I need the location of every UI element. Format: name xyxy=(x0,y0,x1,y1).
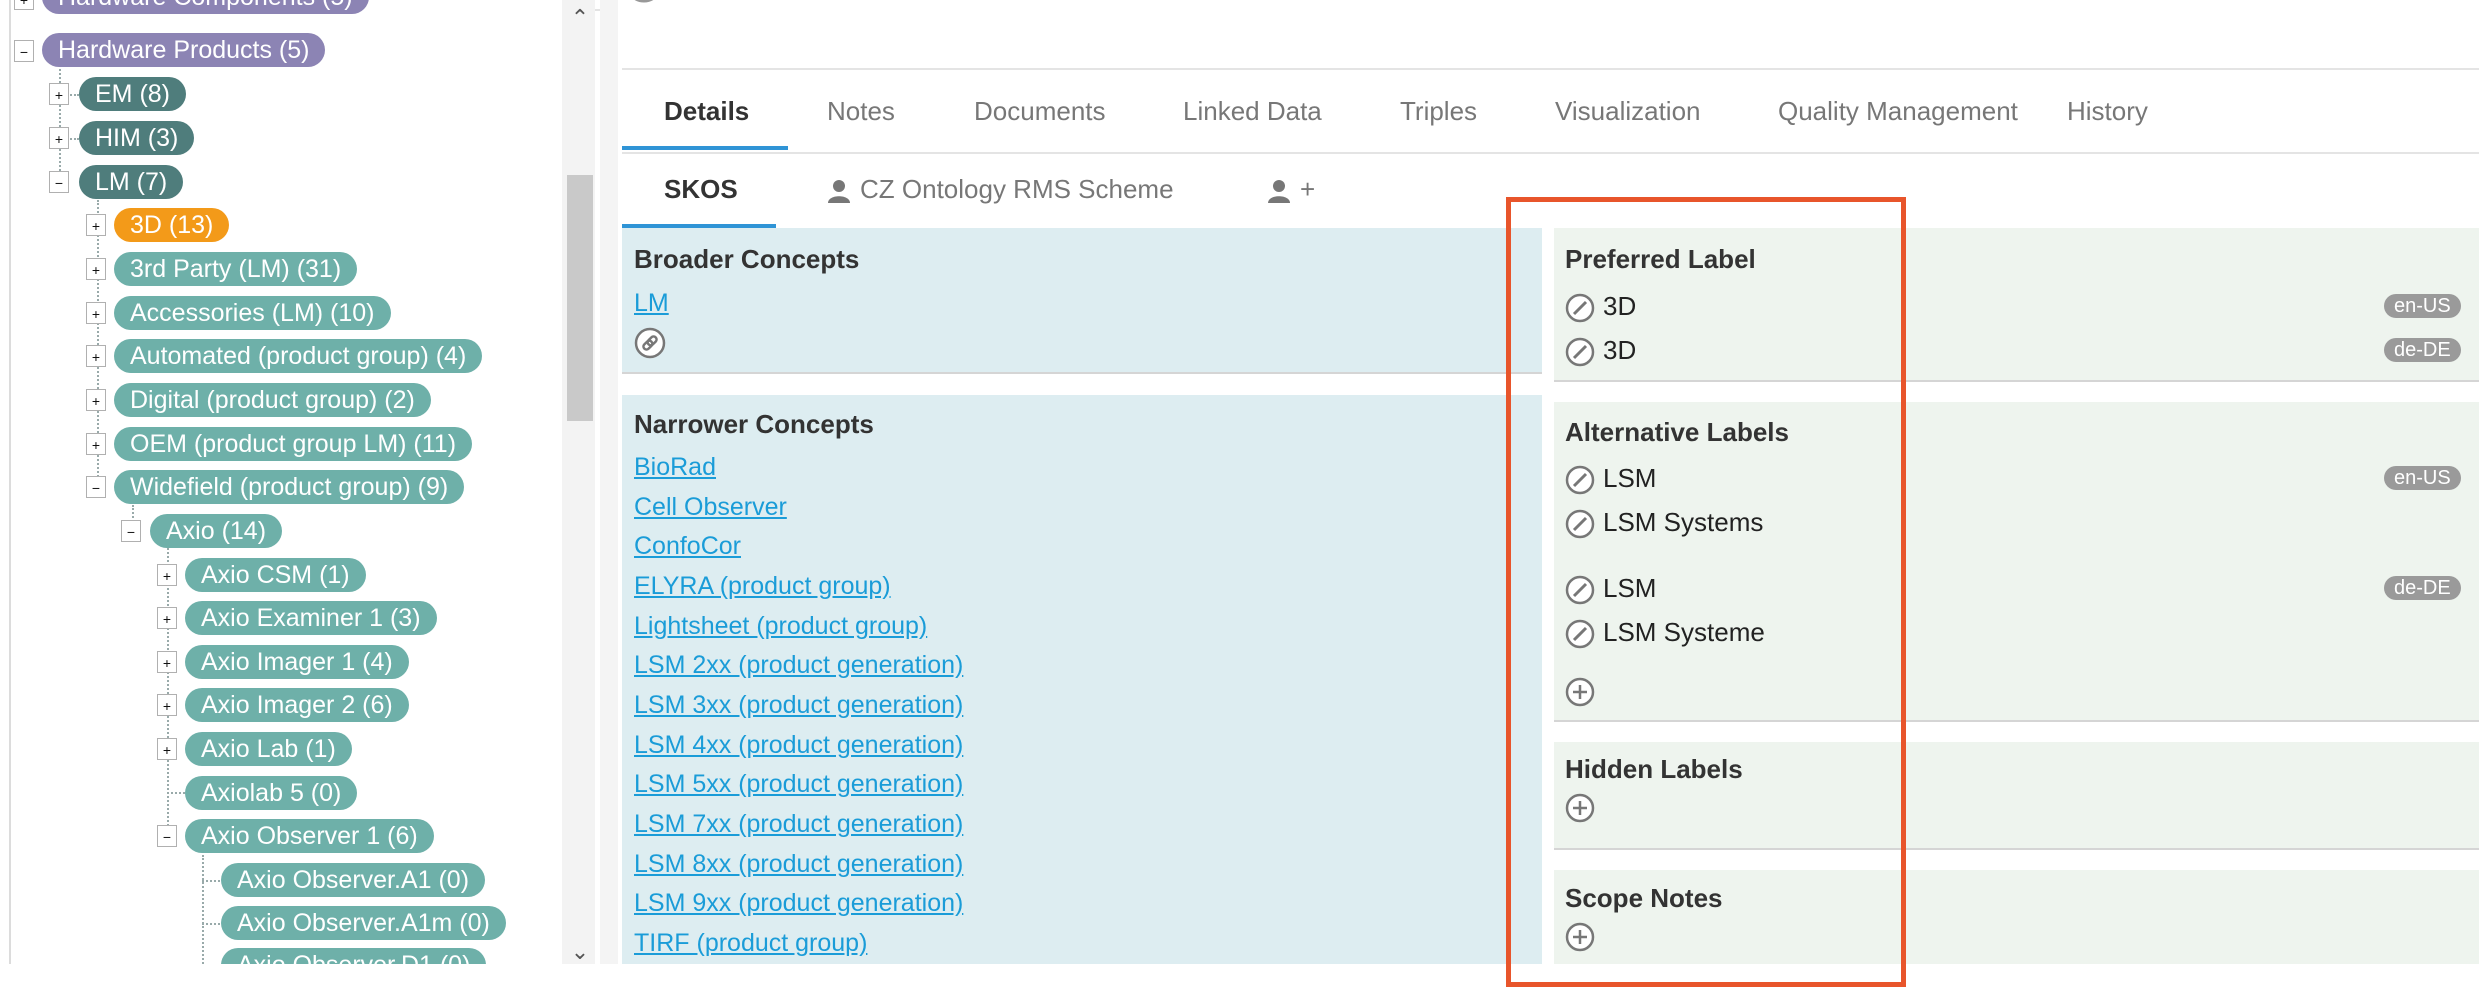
tree-node-axio[interactable]: Axio (14) xyxy=(150,514,283,548)
tree-connector xyxy=(202,855,204,964)
tree-node-accessories[interactable]: Accessories (LM) (10) xyxy=(114,296,391,330)
broader-link-lm[interactable]: LM xyxy=(634,289,669,318)
narrower-link[interactable]: Lightsheet (product group) xyxy=(634,612,927,641)
language-badge: de-DE xyxy=(2384,338,2461,362)
tab-details[interactable]: Details xyxy=(664,70,749,152)
link-icon[interactable] xyxy=(634,327,666,359)
narrower-link[interactable]: LSM 2xx (product generation) xyxy=(634,651,963,680)
narrower-link[interactable]: ConfoCor xyxy=(634,532,741,561)
tree-node-digital[interactable]: Digital (product group) (2) xyxy=(114,383,431,417)
tree-scrollbar-thumb[interactable] xyxy=(567,175,593,421)
narrower-link[interactable]: ELYRA (product group) xyxy=(634,572,891,601)
tree-toggle[interactable]: − xyxy=(14,40,34,62)
narrower-link[interactable]: LSM 5xx (product generation) xyxy=(634,770,963,799)
narrower-concepts-title: Narrower Concepts xyxy=(634,409,874,439)
tree-toggle[interactable]: + xyxy=(86,433,106,455)
tab-linked-data[interactable]: Linked Data xyxy=(1183,70,1322,152)
subtab-scheme[interactable]: CZ Ontology RMS Scheme xyxy=(826,150,1174,228)
tab-triples[interactable]: Triples xyxy=(1400,70,1477,152)
tree-toggle[interactable]: + xyxy=(49,83,69,105)
language-badge: de-DE xyxy=(2384,576,2461,600)
annotation-highlight-box xyxy=(1506,197,1906,987)
tree-toggle[interactable]: + xyxy=(157,738,177,760)
user-icon xyxy=(1268,180,1290,204)
scroll-down-icon[interactable]: ⌄ xyxy=(567,940,593,964)
tree-node-axio-csm[interactable]: Axio CSM (1) xyxy=(185,558,366,592)
tree-node-oem[interactable]: OEM (product group LM) (11) xyxy=(114,427,473,461)
concept-tree-pane: + Hardware Components (5) − Hardware Pro… xyxy=(0,0,595,964)
tree-node-axio-observer-1[interactable]: Axio Observer 1 (6) xyxy=(185,819,434,853)
subtab-skos[interactable]: SKOS xyxy=(664,150,738,228)
tab-history[interactable]: History xyxy=(2067,70,2148,152)
tree-connector xyxy=(167,545,169,830)
tree-left-border xyxy=(9,0,11,964)
narrower-link[interactable]: TIRF (product group) xyxy=(634,929,867,958)
tree-node-axio-imager-2[interactable]: Axio Imager 2 (6) xyxy=(185,688,409,722)
tab-quality-management[interactable]: Quality Management xyxy=(1778,70,2018,152)
pane-separator xyxy=(600,0,618,964)
tree-toggle[interactable]: + xyxy=(86,302,106,324)
tree-toggle[interactable]: − xyxy=(157,825,177,847)
main-tab-bar: Details Notes Documents Linked Data Trip… xyxy=(622,68,2479,154)
subtab-add-scheme[interactable]: + xyxy=(1266,150,1315,228)
tree-toggle[interactable]: + xyxy=(157,607,177,629)
tree-toggle[interactable]: + xyxy=(157,564,177,586)
tree-node-axiolab-5[interactable]: Axiolab 5 (0) xyxy=(185,776,358,810)
tree-node-axio-lab[interactable]: Axio Lab (1) xyxy=(185,732,352,766)
tree-scrollbar[interactable] xyxy=(562,0,595,964)
tree-node-axio-imager-1[interactable]: Axio Imager 1 (4) xyxy=(185,645,409,679)
panel-divider xyxy=(622,372,1542,374)
tree-toggle[interactable]: + xyxy=(157,694,177,716)
tree-toggle[interactable]: − xyxy=(121,520,141,542)
tree-toggle[interactable]: + xyxy=(86,214,106,236)
tree-node-automated[interactable]: Automated (product group) (4) xyxy=(114,339,483,373)
narrower-link[interactable]: LSM 7xx (product generation) xyxy=(634,810,963,839)
language-badge: en-US xyxy=(2384,294,2461,318)
tree-toggle[interactable]: − xyxy=(86,476,106,498)
scroll-up-icon[interactable]: ⌃ xyxy=(567,6,593,30)
narrower-link[interactable]: LSM 9xx (product generation) xyxy=(634,889,963,918)
broader-concepts-title: Broader Concepts xyxy=(634,244,860,274)
tree-node-hardware-components[interactable]: Hardware Components (5) xyxy=(42,0,369,14)
narrower-link[interactable]: BioRad xyxy=(634,453,716,482)
tab-visualization[interactable]: Visualization xyxy=(1555,70,1701,152)
tree-toggle[interactable]: + xyxy=(86,345,106,367)
tree-toggle[interactable]: − xyxy=(49,171,69,193)
tree-node-lm[interactable]: LM (7) xyxy=(79,165,184,199)
tree-node-hardware-products[interactable]: Hardware Products (5) xyxy=(42,33,326,67)
tab-notes[interactable]: Notes xyxy=(827,70,895,152)
tree-node-widefield[interactable]: Widefield (product group) (9) xyxy=(114,470,465,504)
narrower-link[interactable]: LSM 3xx (product generation) xyxy=(634,691,963,720)
tree-toggle[interactable]: + xyxy=(86,258,106,280)
add-scheme-label: + xyxy=(1300,174,1316,204)
tree-toggle[interactable]: + xyxy=(86,389,106,411)
tree-node-3d-selected[interactable]: 3D (13) xyxy=(114,208,230,242)
tree-toggle[interactable]: + xyxy=(14,0,34,10)
user-icon xyxy=(828,180,850,204)
tree-node-axio-examiner[interactable]: Axio Examiner 1 (3) xyxy=(185,601,437,635)
tree-node-em[interactable]: EM (8) xyxy=(79,77,186,111)
tree-node-him[interactable]: HIM (3) xyxy=(79,121,195,155)
narrower-link[interactable]: LSM 8xx (product generation) xyxy=(634,850,963,879)
language-badge: en-US xyxy=(2384,466,2461,490)
narrower-link[interactable]: LSM 4xx (product generation) xyxy=(634,731,963,760)
tree-node-axio-observer-d1[interactable]: Axio Observer.D1 (0) xyxy=(221,948,487,964)
tree-toggle[interactable]: + xyxy=(49,127,69,149)
tab-documents[interactable]: Documents xyxy=(974,70,1106,152)
tree-node-axio-observer-a1[interactable]: Axio Observer.A1 (0) xyxy=(221,863,486,897)
collapse-icon[interactable] xyxy=(622,0,666,20)
tree-node-axio-observer-a1m[interactable]: Axio Observer.A1m (0) xyxy=(221,906,506,940)
narrower-link[interactable]: Cell Observer xyxy=(634,493,787,522)
tree-node-3rd-party[interactable]: 3rd Party (LM) (31) xyxy=(114,252,358,286)
tree-toggle[interactable]: + xyxy=(157,651,177,673)
subtab-scheme-label: CZ Ontology RMS Scheme xyxy=(860,174,1174,204)
